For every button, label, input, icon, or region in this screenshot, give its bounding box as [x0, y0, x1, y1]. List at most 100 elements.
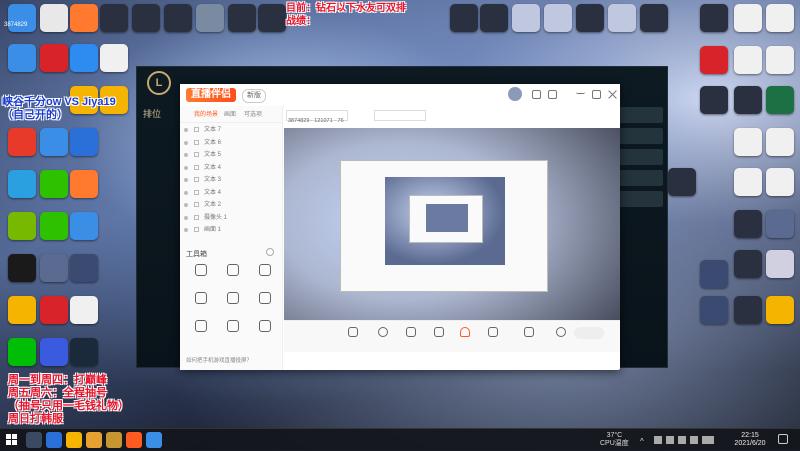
app-icon[interactable]: [450, 4, 478, 32]
scene-row[interactable]: 文本 6: [180, 137, 282, 150]
scene-row[interactable]: 摄像头 1: [180, 212, 282, 225]
toolbox-collapse-icon[interactable]: [266, 248, 274, 256]
video-icon[interactable]: [524, 327, 534, 337]
app-icon[interactable]: [70, 212, 98, 240]
scene-row[interactable]: 文本 2: [180, 199, 282, 212]
file-icon[interactable]: [766, 296, 794, 324]
visibility-icon[interactable]: [184, 178, 188, 182]
app-icon[interactable]: [700, 260, 728, 288]
scene-row[interactable]: 文本 3: [180, 174, 282, 187]
app-icon[interactable]: [480, 4, 508, 32]
wechat-icon[interactable]: [40, 170, 68, 198]
tool-button[interactable]: [220, 264, 246, 290]
tool-button[interactable]: [252, 264, 278, 290]
streaming-app-window[interactable]: 直播伴侣 新版 我的场景 画面 可选项 文本 7 文本 6 文本 5 文本 4 …: [180, 84, 620, 370]
taskbar-app-icon[interactable]: [86, 432, 102, 448]
netease-music-icon[interactable]: [40, 44, 68, 72]
app-icon[interactable]: [734, 250, 762, 278]
music-icon[interactable]: [70, 4, 98, 32]
file-icon[interactable]: [766, 46, 794, 74]
maximize-icon[interactable]: [592, 90, 601, 99]
visibility-icon[interactable]: [184, 128, 188, 132]
app-icon[interactable]: [734, 168, 762, 196]
tab-canvas[interactable]: 画面: [224, 109, 236, 118]
app-icon[interactable]: [766, 168, 794, 196]
app-icon[interactable]: [8, 44, 36, 72]
tray-icons[interactable]: [654, 436, 714, 444]
screen-icon[interactable]: [348, 327, 358, 337]
lock-icon[interactable]: [194, 227, 199, 232]
scene-row[interactable]: 文本 7: [180, 124, 282, 137]
version-badge[interactable]: 新版: [242, 89, 266, 103]
lock-icon[interactable]: [194, 214, 199, 220]
wegame-icon[interactable]: [8, 254, 36, 282]
mic-icon[interactable]: [460, 327, 470, 337]
window-icon[interactable]: [434, 327, 444, 337]
app-icon[interactable]: [668, 168, 696, 196]
lock-icon[interactable]: [194, 139, 199, 145]
tool-button[interactable]: [188, 320, 214, 346]
tool-button[interactable]: [188, 292, 214, 318]
app-icon[interactable]: [512, 4, 540, 32]
message-icon[interactable]: [532, 90, 541, 99]
file-icon[interactable]: [766, 4, 794, 32]
tab-my-scenes[interactable]: 我的场景: [194, 109, 218, 118]
visibility-icon[interactable]: [184, 228, 188, 232]
app-icon[interactable]: [8, 170, 36, 198]
app-icon[interactable]: [228, 4, 256, 32]
app-icon[interactable]: [640, 4, 668, 32]
taskbar-app-icon[interactable]: [126, 432, 142, 448]
360-icon[interactable]: [8, 296, 36, 324]
app-icon[interactable]: [766, 250, 794, 278]
cpu-temp[interactable]: 37°C CPU温度: [600, 432, 629, 448]
app-icon[interactable]: [70, 128, 98, 156]
app-icon[interactable]: [70, 44, 98, 72]
lol-icon[interactable]: [70, 338, 98, 366]
notification-icon[interactable]: [778, 434, 788, 444]
close-icon[interactable]: [608, 90, 617, 99]
app-icon[interactable]: [734, 210, 762, 238]
taskbar-app-icon[interactable]: [106, 432, 122, 448]
file-icon[interactable]: [766, 128, 794, 156]
speaker-icon[interactable]: [488, 327, 498, 337]
taskbar-app-icon[interactable]: [146, 432, 162, 448]
tool-button[interactable]: [220, 320, 246, 346]
geforce-icon[interactable]: [8, 212, 36, 240]
start-stream-button[interactable]: [574, 327, 604, 339]
clock[interactable]: 22:15 2021/6/20: [730, 432, 770, 448]
app-icon[interactable]: [608, 4, 636, 32]
app-icon[interactable]: [132, 4, 160, 32]
app-icon[interactable]: [196, 4, 224, 32]
avatar[interactable]: [508, 87, 522, 101]
scene-row[interactable]: 文本 4: [180, 162, 282, 175]
app-icon[interactable]: [734, 86, 762, 114]
lock-icon[interactable]: [194, 127, 199, 132]
app-icon[interactable]: [700, 46, 728, 74]
app-icon[interactable]: [164, 4, 192, 32]
excel-icon[interactable]: [766, 86, 794, 114]
settings-icon[interactable]: [556, 327, 566, 337]
app-icon[interactable]: [70, 170, 98, 198]
lock-icon[interactable]: [194, 177, 199, 182]
app-icon[interactable]: [576, 4, 604, 32]
app-icon[interactable]: [100, 4, 128, 32]
lock-icon[interactable]: [194, 152, 199, 157]
visibility-icon[interactable]: [184, 153, 188, 157]
app-icon[interactable]: [40, 254, 68, 282]
file-icon[interactable]: [734, 46, 762, 74]
start-icon[interactable]: [6, 434, 18, 446]
tab-options[interactable]: 可选项: [244, 109, 262, 118]
scene-row[interactable]: 文本 4: [180, 187, 282, 200]
tool-button[interactable]: [188, 264, 214, 290]
minimize-icon[interactable]: [576, 89, 585, 94]
app-icon[interactable]: [40, 4, 68, 32]
visibility-icon[interactable]: [184, 165, 188, 170]
app-icon[interactable]: [734, 296, 762, 324]
taskbar-app-icon[interactable]: [66, 432, 82, 448]
taskbar-app-icon[interactable]: [46, 432, 62, 448]
tool-button[interactable]: [252, 292, 278, 318]
visibility-icon[interactable]: [184, 190, 188, 195]
taskbar-app-icon[interactable]: [26, 432, 42, 448]
iqiyi-icon[interactable]: [8, 338, 36, 366]
app-icon[interactable]: [40, 338, 68, 366]
